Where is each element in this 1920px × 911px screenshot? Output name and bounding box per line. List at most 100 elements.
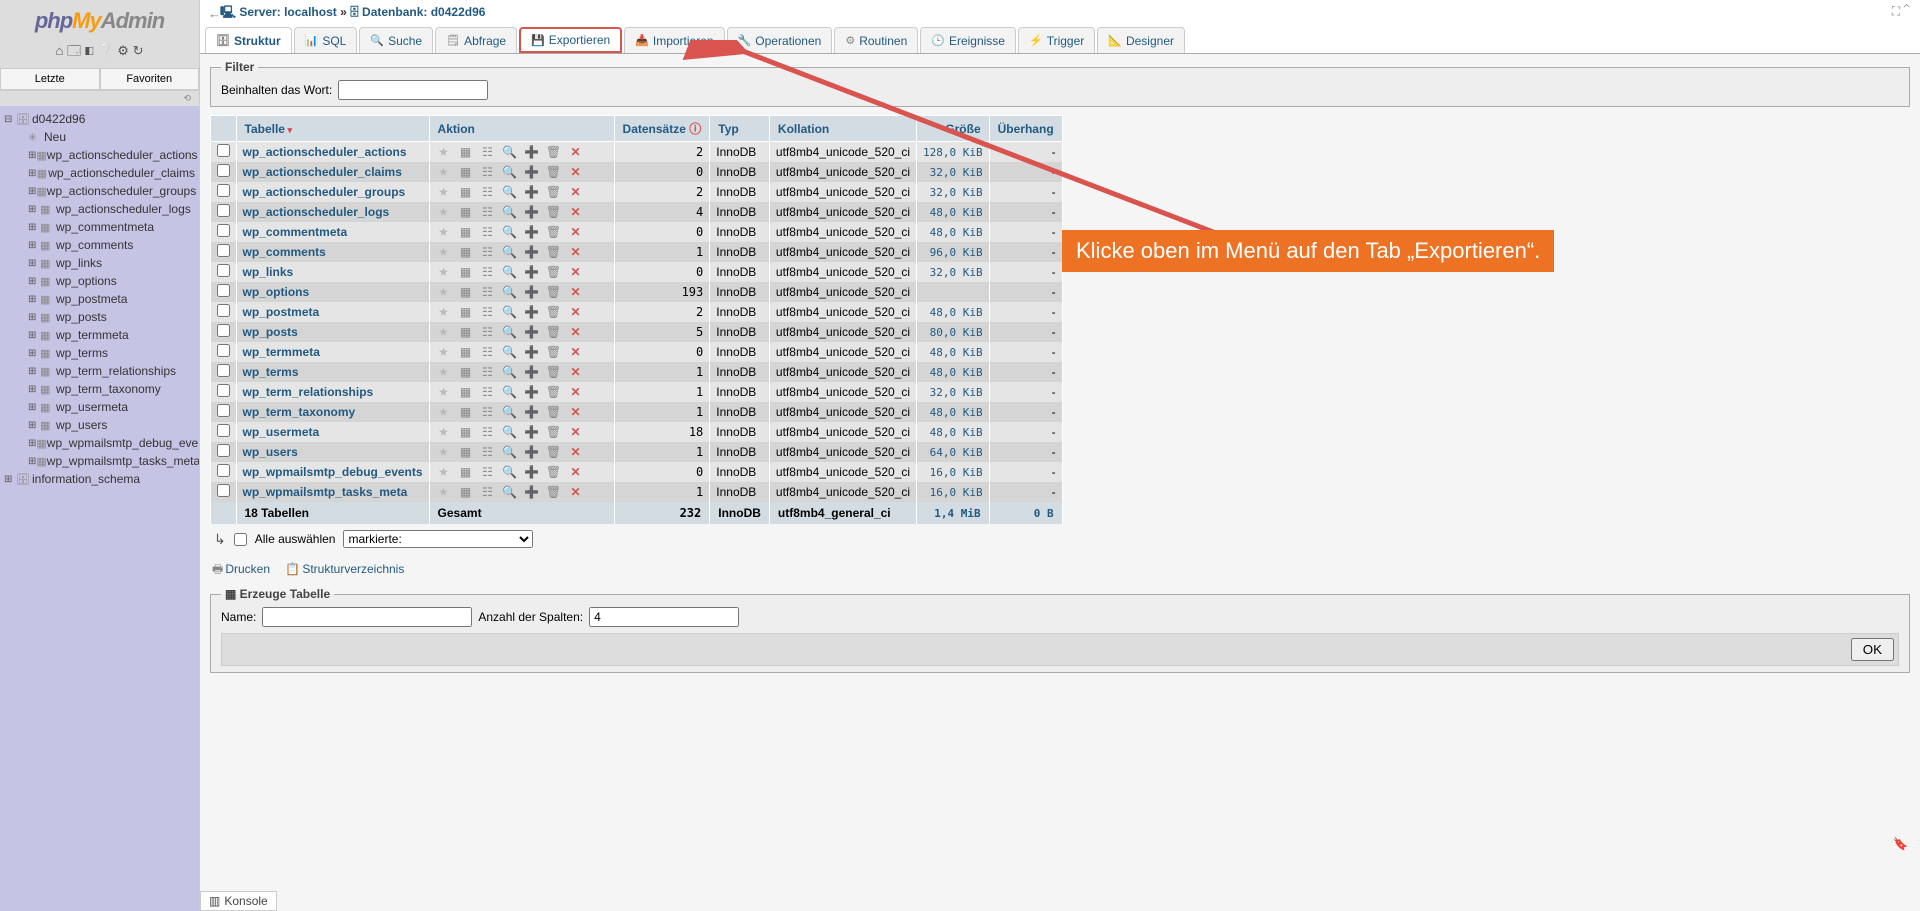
tab-recent[interactable]: Letzte — [0, 68, 100, 90]
bulk-action-select[interactable]: markierte: — [343, 530, 533, 548]
table-link[interactable]: wp_commentmeta — [236, 222, 429, 242]
back-arrow-icon[interactable]: ← — [208, 6, 220, 21]
table-link[interactable]: wp_terms — [236, 362, 429, 382]
row-checkbox[interactable] — [217, 324, 230, 337]
search-icon[interactable]: 🔍 — [502, 165, 518, 179]
tree-table[interactable]: ⊞▦wp_actionscheduler_logs — [0, 200, 199, 218]
tree-table[interactable]: ⊞▦wp_actionscheduler_actions — [0, 146, 199, 164]
table-link[interactable]: wp_links — [236, 262, 429, 282]
favorite-icon[interactable]: ★ — [436, 465, 452, 479]
col-table[interactable]: Tabelle — [236, 116, 429, 142]
search-icon[interactable]: 🔍 — [502, 205, 518, 219]
search-icon[interactable]: 🔍 — [502, 445, 518, 459]
structure-icon[interactable]: ☷ — [480, 425, 496, 439]
structure-icon[interactable]: ☷ — [480, 225, 496, 239]
drop-icon[interactable]: ✕ — [568, 345, 584, 359]
empty-icon[interactable]: 🗑 — [546, 225, 562, 239]
tree-table[interactable]: ⊞▦wp_actionscheduler_claims — [0, 164, 199, 182]
console-bar[interactable]: ▥ Konsole — [200, 891, 277, 911]
table-link[interactable]: wp_posts — [236, 322, 429, 342]
tree-table[interactable]: ⊞▦wp_termmeta — [0, 326, 199, 344]
insert-icon[interactable]: ➕ — [524, 245, 540, 259]
structure-icon[interactable]: ☷ — [480, 345, 496, 359]
search-icon[interactable]: 🔍 — [502, 305, 518, 319]
favorite-icon[interactable]: ★ — [436, 365, 452, 379]
structure-icon[interactable]: ☷ — [480, 265, 496, 279]
tree-table[interactable]: ⊞▦wp_term_taxonomy — [0, 380, 199, 398]
insert-icon[interactable]: ➕ — [524, 325, 540, 339]
search-icon[interactable]: 🔍 — [502, 145, 518, 159]
drop-icon[interactable]: ✕ — [568, 325, 584, 339]
browse-icon[interactable]: ▦ — [458, 445, 474, 459]
fullscreen-icon[interactable]: ⛶ — [1892, 4, 1900, 18]
tree-table[interactable]: ⊞▦wp_posts — [0, 308, 199, 326]
tree-table[interactable]: ⊞▦wp_usermeta — [0, 398, 199, 416]
structure-icon[interactable]: ☷ — [480, 465, 496, 479]
drop-icon[interactable]: ✕ — [568, 305, 584, 319]
home-icon[interactable]: ⌂ — [56, 43, 64, 58]
tab-sql[interactable]: 📊SQL — [294, 27, 358, 53]
table-link[interactable]: wp_termmeta — [236, 342, 429, 362]
settings-icon[interactable]: ⚙ — [117, 43, 129, 58]
empty-icon[interactable]: 🗑 — [546, 205, 562, 219]
structure-icon[interactable]: ☷ — [480, 445, 496, 459]
search-icon[interactable]: 🔍 — [502, 345, 518, 359]
structure-icon[interactable]: ☷ — [480, 285, 496, 299]
browse-icon[interactable]: ▦ — [458, 225, 474, 239]
docs-icon[interactable]: ❔ — [97, 43, 113, 58]
favorite-icon[interactable]: ★ — [436, 305, 452, 319]
favorite-icon[interactable]: ★ — [436, 345, 452, 359]
collapse-top-icon[interactable]: ⌃ — [1904, 4, 1910, 18]
drop-icon[interactable]: ✕ — [568, 385, 584, 399]
table-link[interactable]: wp_actionscheduler_claims — [236, 162, 429, 182]
empty-icon[interactable]: 🗑 — [546, 145, 562, 159]
drop-icon[interactable]: ✕ — [568, 365, 584, 379]
tab-routinen[interactable]: ⚙Routinen — [834, 27, 918, 53]
structure-icon[interactable]: ☷ — [480, 145, 496, 159]
sql-icon[interactable]: ◧ — [85, 43, 94, 58]
row-checkbox[interactable] — [217, 464, 230, 477]
tab-suche[interactable]: 🔍Suche — [359, 27, 433, 53]
browse-icon[interactable]: ▦ — [458, 245, 474, 259]
tree-table[interactable]: ⊞▦wp_wpmailsmtp_tasks_meta — [0, 452, 199, 470]
favorite-icon[interactable]: ★ — [436, 285, 452, 299]
structure-icon[interactable]: ☷ — [480, 305, 496, 319]
table-link[interactable]: wp_options — [236, 282, 429, 302]
browse-icon[interactable]: ▦ — [458, 345, 474, 359]
row-checkbox[interactable] — [217, 204, 230, 217]
insert-icon[interactable]: ➕ — [524, 185, 540, 199]
search-icon[interactable]: 🔍 — [502, 325, 518, 339]
empty-icon[interactable]: 🗑 — [546, 365, 562, 379]
drop-icon[interactable]: ✕ — [568, 205, 584, 219]
search-icon[interactable]: 🔍 — [502, 425, 518, 439]
favorite-icon[interactable]: ★ — [436, 385, 452, 399]
empty-icon[interactable]: 🗑 — [546, 325, 562, 339]
table-link[interactable]: wp_wpmailsmtp_tasks_meta — [236, 482, 429, 502]
browse-icon[interactable]: ▦ — [458, 325, 474, 339]
favorite-icon[interactable]: ★ — [436, 425, 452, 439]
table-link[interactable]: wp_actionscheduler_logs — [236, 202, 429, 222]
browse-icon[interactable]: ▦ — [458, 385, 474, 399]
empty-icon[interactable]: 🗑 — [546, 305, 562, 319]
table-link[interactable]: wp_comments — [236, 242, 429, 262]
tree-table[interactable]: ⊞▦wp_term_relationships — [0, 362, 199, 380]
dict-link[interactable]: Strukturverzeichnis — [302, 562, 404, 576]
favorite-icon[interactable]: ★ — [436, 205, 452, 219]
drop-icon[interactable]: ✕ — [568, 185, 584, 199]
favorite-icon[interactable]: ★ — [436, 325, 452, 339]
tab-abfrage[interactable]: 🗒Abfrage — [435, 27, 517, 53]
browse-icon[interactable]: ▦ — [458, 165, 474, 179]
structure-icon[interactable]: ☷ — [480, 385, 496, 399]
structure-icon[interactable]: ☷ — [480, 205, 496, 219]
col-size[interactable]: Größe — [917, 116, 990, 142]
row-checkbox[interactable] — [217, 184, 230, 197]
checkall-label[interactable]: Alle auswählen — [255, 532, 336, 546]
browse-icon[interactable]: ▦ — [458, 285, 474, 299]
row-checkbox[interactable] — [217, 424, 230, 437]
ok-button[interactable]: OK — [1851, 638, 1894, 661]
table-link[interactable]: wp_actionscheduler_groups — [236, 182, 429, 202]
tree-table[interactable]: ⊞▦wp_links — [0, 254, 199, 272]
table-link[interactable]: wp_term_relationships — [236, 382, 429, 402]
favorite-icon[interactable]: ★ — [436, 405, 452, 419]
reload-icon[interactable]: ↻ — [133, 43, 144, 58]
